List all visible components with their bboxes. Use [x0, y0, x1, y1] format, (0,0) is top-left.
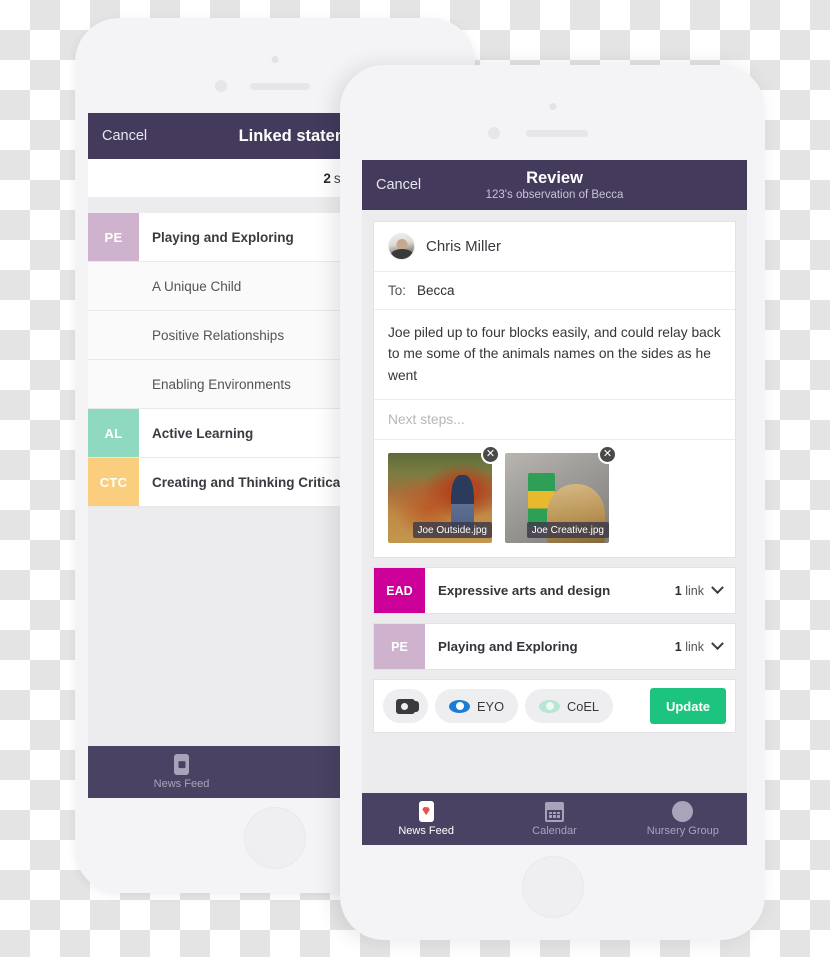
avatar: [388, 233, 415, 260]
statement-badge: [88, 311, 139, 359]
group-icon: [672, 801, 694, 822]
next-steps-input[interactable]: Next steps...: [374, 400, 735, 441]
photo-attachment[interactable]: ✕ Joe Creative.jpg: [505, 445, 617, 544]
proximity-sensor-dot: [215, 80, 227, 92]
photo-attachment[interactable]: ✕ Joe Outside.jpg: [388, 445, 500, 544]
link-count-word: link: [685, 583, 704, 598]
author-name: Chris Miller: [426, 238, 501, 255]
tab-news-feed[interactable]: News Feed: [88, 754, 275, 790]
link-count: 1 link: [675, 568, 735, 613]
close-icon[interactable]: ✕: [481, 445, 500, 465]
recipient-value: Becca: [417, 283, 455, 298]
phone-icon: [418, 801, 434, 822]
eye-icon: [449, 699, 470, 713]
action-bar: EYO CoEL Update: [373, 679, 736, 734]
observation-card: Chris Miller To: Becca Joe piled up to f…: [373, 221, 736, 559]
link-count-number: 1: [674, 639, 682, 654]
coel-button[interactable]: CoEL: [525, 689, 614, 724]
statement-badge: CTC: [88, 458, 139, 506]
chevron-down-icon[interactable]: [711, 637, 724, 651]
link-title: Expressive arts and design: [438, 583, 611, 599]
tab-calendar[interactable]: Calendar: [490, 801, 618, 837]
eyo-button[interactable]: EYO: [435, 689, 519, 724]
review-scroll-area[interactable]: Chris Miller To: Becca Joe piled up to f…: [362, 210, 747, 793]
author-row: Chris Miller: [374, 222, 735, 272]
linked-area-row[interactable]: PE Playing and Exploring 1 link: [373, 623, 736, 671]
tab-label: Calendar: [532, 824, 577, 837]
statement-badge: [88, 360, 139, 408]
statement-badge: AL: [88, 409, 139, 457]
link-badge: EAD: [374, 568, 425, 614]
statement-badge: [88, 262, 139, 310]
linked-area-row[interactable]: EAD Expressive arts and design 1 link: [373, 567, 736, 615]
front-camera-dot: [271, 56, 279, 63]
home-button[interactable]: [521, 856, 584, 918]
content-bottom-padding: [362, 733, 747, 755]
calendar-icon: [544, 801, 564, 822]
eyo-label: EYO: [477, 698, 505, 714]
photo-caption: Joe Creative.jpg: [526, 522, 609, 539]
earpiece-speaker: [250, 83, 310, 90]
selected-count: 2: [323, 170, 331, 186]
tab-news-feed[interactable]: News Feed: [362, 801, 490, 837]
review-navbar: Cancel Review 123's observation of Becca: [362, 160, 747, 210]
link-badge: PE: [374, 624, 425, 670]
observation-text[interactable]: Joe piled up to four blocks easily, and …: [374, 310, 735, 401]
recipient-row[interactable]: To: Becca: [374, 272, 735, 310]
cancel-button[interactable]: Cancel: [88, 128, 147, 144]
link-count-number: 1: [674, 583, 682, 598]
link-count-word: link: [685, 639, 704, 654]
front-phone-screen: Cancel Review 123's observation of Becca…: [362, 160, 747, 845]
link-title: Playing and Exploring: [438, 639, 578, 655]
front-camera-dot: [549, 103, 556, 110]
home-button[interactable]: [244, 807, 306, 869]
camera-icon: [396, 698, 419, 714]
tab-label: News Feed: [398, 825, 454, 837]
tab-label: Nursery Group: [646, 825, 719, 837]
cancel-button[interactable]: Cancel: [362, 177, 421, 193]
front-phone-device: Cancel Review 123's observation of Becca…: [340, 65, 765, 940]
eye-icon: [539, 699, 561, 713]
link-count: 1 link: [675, 624, 735, 669]
recipient-label: To:: [388, 283, 407, 298]
earpiece-speaker: [526, 130, 588, 137]
tab-label: News Feed: [153, 778, 210, 790]
update-button[interactable]: Update: [649, 688, 726, 725]
photo-attachments: ✕ Joe Outside.jpg ✕ Joe Creative.jpg: [374, 440, 735, 557]
close-icon[interactable]: ✕: [598, 445, 617, 465]
statement-badge: PE: [88, 213, 139, 261]
phone-icon: [174, 754, 189, 775]
proximity-sensor-dot: [488, 127, 500, 139]
camera-button[interactable]: [383, 689, 428, 724]
tab-nursery-group[interactable]: Nursery Group: [619, 801, 747, 837]
coel-label: CoEL: [567, 698, 600, 714]
photo-caption: Joe Outside.jpg: [412, 522, 492, 539]
chevron-down-icon[interactable]: [711, 581, 724, 595]
front-phone-tabbar: News Feed Calendar Nursery Group: [362, 793, 747, 845]
